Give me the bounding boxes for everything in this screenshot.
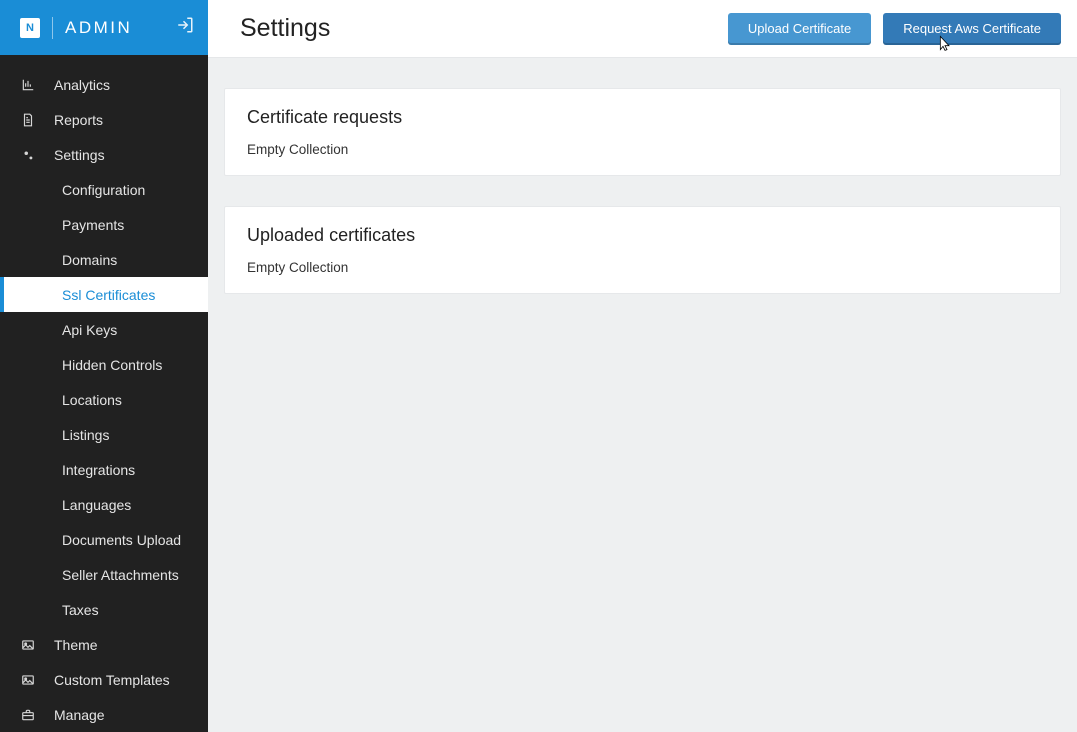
sidebar-sub-configuration[interactable]: Configuration (0, 172, 208, 207)
image-icon (20, 638, 36, 652)
main: Settings Upload Certificate Request Aws … (208, 0, 1077, 732)
sidebar-sub-payments[interactable]: Payments (0, 207, 208, 242)
sidebar-sub-label: Locations (62, 392, 122, 408)
brand-badge: N (20, 18, 40, 38)
sidebar-sub-listings[interactable]: Listings (0, 417, 208, 452)
topbar-actions: Upload Certificate Request Aws Certifica… (728, 13, 1061, 45)
sidebar-item-label: Analytics (54, 77, 110, 93)
brand-name: ADMIN (65, 18, 132, 38)
sidebar-item-label: Theme (54, 637, 98, 653)
logout-icon[interactable] (176, 16, 194, 39)
settings-submenu: Configuration Payments Domains Ssl Certi… (0, 172, 208, 627)
sidebar-sub-integrations[interactable]: Integrations (0, 452, 208, 487)
chart-icon (20, 78, 36, 92)
empty-message: Empty Collection (247, 260, 1038, 275)
sidebar: N ADMIN Analytics Reports Settings (0, 0, 208, 732)
page-title: Settings (240, 14, 330, 43)
sidebar-sub-label: Domains (62, 252, 117, 268)
card-title: Certificate requests (247, 107, 1038, 128)
sidebar-sub-label: Listings (62, 427, 109, 443)
sidebar-sub-label: Seller Attachments (62, 567, 179, 583)
brand-divider (52, 17, 53, 39)
sidebar-sub-label: Documents Upload (62, 532, 181, 548)
gears-icon (20, 148, 36, 162)
sidebar-sub-label: Configuration (62, 182, 145, 198)
sidebar-sub-label: Payments (62, 217, 124, 233)
uploaded-certificates-card: Uploaded certificates Empty Collection (224, 206, 1061, 294)
sidebar-item-custom-templates[interactable]: Custom Templates (0, 662, 208, 697)
sidebar-sub-label: Api Keys (62, 322, 117, 338)
sidebar-sub-taxes[interactable]: Taxes (0, 592, 208, 627)
card-title: Uploaded certificates (247, 225, 1038, 246)
sidebar-item-label: Custom Templates (54, 672, 170, 688)
topbar: Settings Upload Certificate Request Aws … (208, 0, 1077, 58)
sidebar-sub-seller-attachments[interactable]: Seller Attachments (0, 557, 208, 592)
sidebar-sub-label: Taxes (62, 602, 99, 618)
sidebar-sub-api-keys[interactable]: Api Keys (0, 312, 208, 347)
certificate-requests-card: Certificate requests Empty Collection (224, 88, 1061, 176)
content: Certificate requests Empty Collection Up… (208, 58, 1077, 324)
sidebar-sub-hidden-controls[interactable]: Hidden Controls (0, 347, 208, 382)
sidebar-sub-documents-upload[interactable]: Documents Upload (0, 522, 208, 557)
doc-icon (20, 113, 36, 127)
sidebar-item-label: Settings (54, 147, 105, 163)
sidebar-item-label: Manage (54, 707, 105, 723)
request-aws-certificate-button[interactable]: Request Aws Certificate (883, 13, 1061, 45)
empty-message: Empty Collection (247, 142, 1038, 157)
sidebar-item-manage[interactable]: Manage (0, 697, 208, 732)
image-icon (20, 673, 36, 687)
brand: N ADMIN (20, 17, 132, 39)
briefcase-icon (20, 708, 36, 722)
sidebar-sub-domains[interactable]: Domains (0, 242, 208, 277)
sidebar-item-theme[interactable]: Theme (0, 627, 208, 662)
sidebar-sub-label: Languages (62, 497, 131, 513)
sidebar-nav: Analytics Reports Settings Configuration… (0, 55, 208, 732)
sidebar-item-reports[interactable]: Reports (0, 102, 208, 137)
sidebar-sub-ssl-certificates[interactable]: Ssl Certificates (0, 277, 208, 312)
upload-certificate-button[interactable]: Upload Certificate (728, 13, 871, 45)
sidebar-sub-locations[interactable]: Locations (0, 382, 208, 417)
sidebar-header: N ADMIN (0, 0, 208, 55)
sidebar-sub-label: Hidden Controls (62, 357, 162, 373)
sidebar-item-analytics[interactable]: Analytics (0, 67, 208, 102)
sidebar-sub-languages[interactable]: Languages (0, 487, 208, 522)
sidebar-sub-label: Ssl Certificates (62, 287, 155, 303)
sidebar-item-label: Reports (54, 112, 103, 128)
sidebar-item-settings[interactable]: Settings (0, 137, 208, 172)
sidebar-sub-label: Integrations (62, 462, 135, 478)
